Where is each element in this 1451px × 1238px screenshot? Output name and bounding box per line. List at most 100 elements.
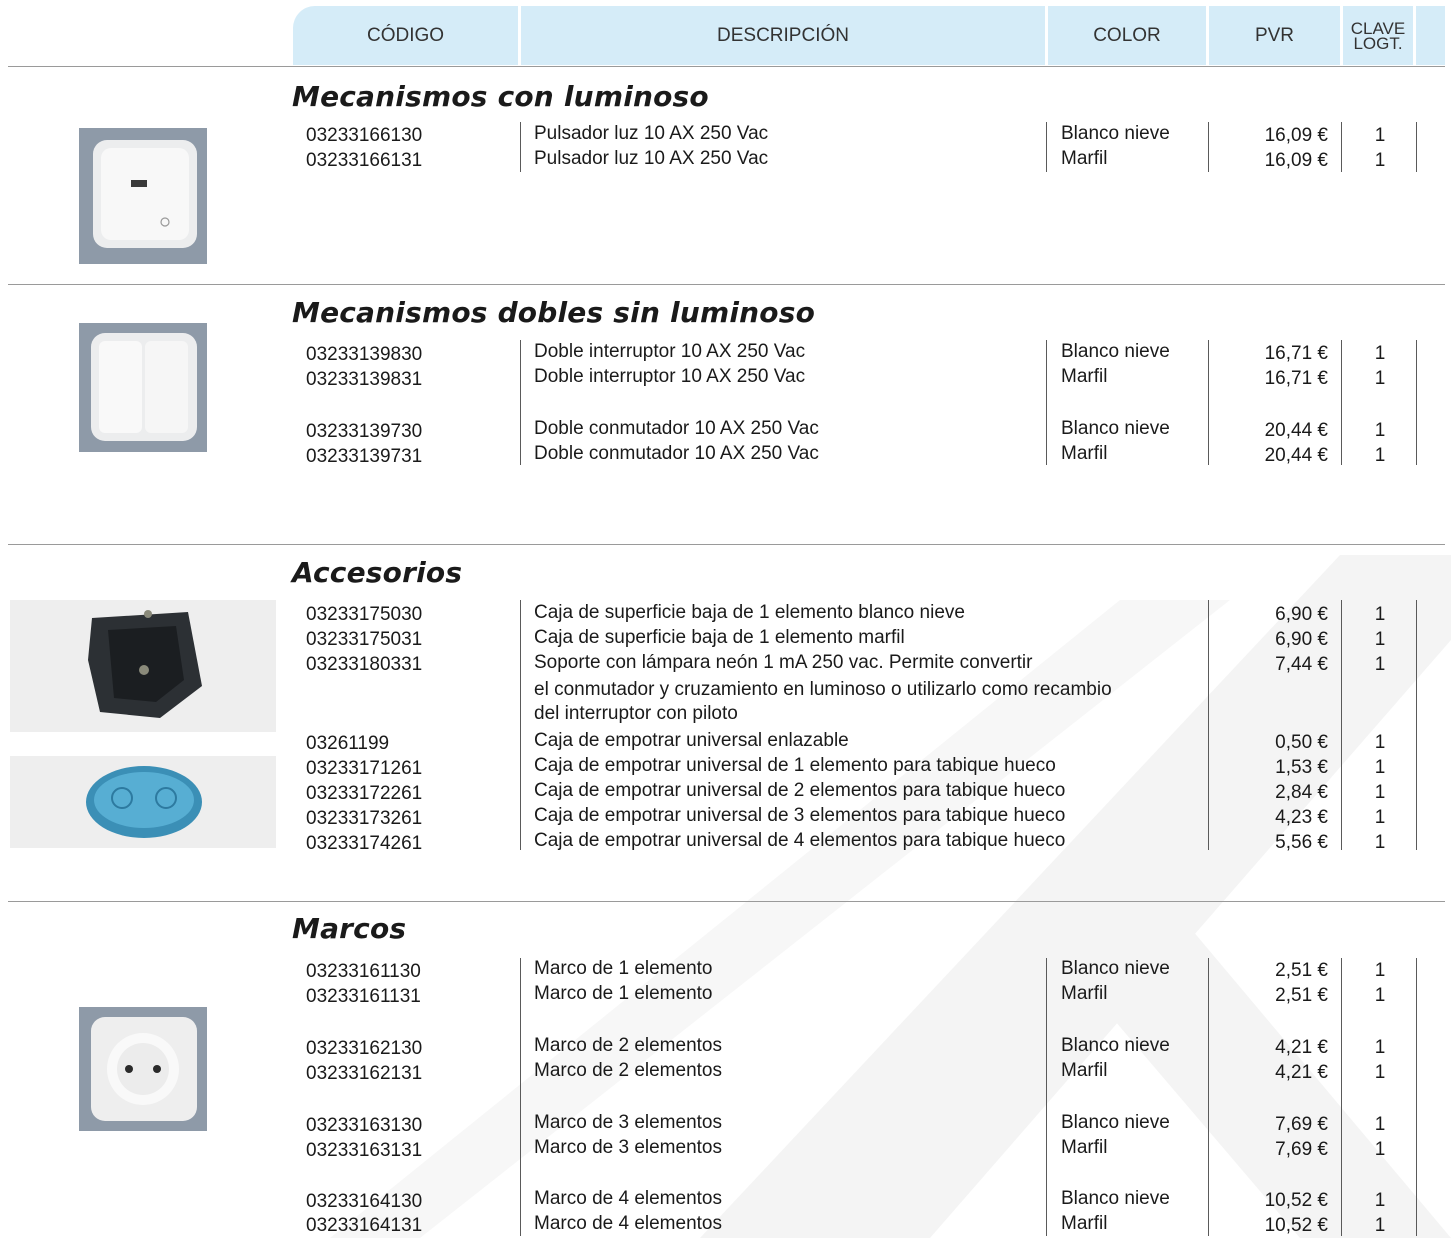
product-clave: 1 <box>1374 732 1386 753</box>
product-clave: 1 <box>1374 445 1386 466</box>
product-code: 03233139730 <box>306 421 423 442</box>
product-price: 2,51 € <box>1275 985 1328 1006</box>
product-code: 03261199 <box>306 733 390 754</box>
product-description: Doble conmutador 10 AX 250 Vac <box>534 443 819 464</box>
product-clave: 1 <box>1374 1139 1386 1160</box>
col-codigo-header: CÓDIGO <box>293 6 518 65</box>
product-price: 6,90 € <box>1275 629 1328 650</box>
product-code: 03233161131 <box>306 986 421 1007</box>
product-code: 03233162130 <box>306 1038 423 1059</box>
product-color: Blanco nieve <box>1061 1112 1170 1133</box>
product-description: Marco de 1 elemento <box>534 958 713 979</box>
product-clave: 1 <box>1374 1062 1386 1083</box>
section-divider <box>8 284 1445 285</box>
product-color: Blanco nieve <box>1061 958 1170 979</box>
product-clave: 1 <box>1374 960 1386 981</box>
product-code: 03233175030 <box>306 604 423 625</box>
product-price: 0,50 € <box>1275 732 1328 753</box>
product-price: 4,21 € <box>1275 1037 1328 1058</box>
product-code: 03233180331 <box>306 654 423 675</box>
product-description: Caja de empotrar universal de 2 elemento… <box>534 780 1066 801</box>
caja-superficie-photo <box>10 600 276 732</box>
product-description-cont: el conmutador y cruzamiento en luminoso … <box>534 679 1112 700</box>
product-price: 16,09 € <box>1264 150 1328 171</box>
product-price: 7,44 € <box>1275 654 1328 675</box>
section-divider <box>8 901 1445 902</box>
product-color: Marfil <box>1061 1060 1108 1081</box>
product-clave: 1 <box>1374 985 1386 1006</box>
product-price: 2,51 € <box>1275 960 1328 981</box>
product-code: 03233163130 <box>306 1115 423 1136</box>
product-clave: 1 <box>1374 1190 1386 1211</box>
product-code: 03233166131 <box>306 150 423 171</box>
product-clave: 1 <box>1374 604 1386 625</box>
product-price: 2,84 € <box>1275 782 1328 803</box>
product-code: 03233172261 <box>306 783 423 804</box>
product-code: 03233139831 <box>306 369 423 390</box>
product-code: 03233164131 <box>306 1215 423 1236</box>
pulsador-luz-photo <box>79 128 207 264</box>
product-description: Caja de superficie baja de 1 elemento ma… <box>534 627 905 648</box>
product-code: 03233164130 <box>306 1191 423 1212</box>
product-price: 10,52 € <box>1264 1190 1328 1211</box>
product-description: Marco de 3 elementos <box>534 1112 722 1133</box>
product-description: Pulsador luz 10 AX 250 Vac <box>534 148 769 169</box>
product-price: 6,90 € <box>1275 604 1328 625</box>
product-price: 16,71 € <box>1264 368 1328 389</box>
product-clave: 1 <box>1374 1215 1386 1236</box>
product-price: 7,69 € <box>1275 1139 1328 1160</box>
product-clave: 1 <box>1374 832 1386 853</box>
product-code: 03233174261 <box>306 833 423 854</box>
product-clave: 1 <box>1374 1114 1386 1135</box>
col-descripcion-header: DESCRIPCIÓN <box>521 6 1045 65</box>
clave-line2: LOGT. <box>1353 33 1403 53</box>
product-code: 03233171261 <box>306 758 423 779</box>
product-code: 03233161130 <box>306 961 421 982</box>
product-color: Marfil <box>1061 1137 1108 1158</box>
product-description: Marco de 1 elemento <box>534 983 713 1004</box>
section-title: Mecanismos dobles sin luminoso <box>292 296 816 329</box>
product-code: 03233173261 <box>306 808 423 829</box>
product-price: 1,53 € <box>1275 757 1328 778</box>
product-clave: 1 <box>1374 368 1386 389</box>
section-divider <box>8 544 1445 545</box>
doble-interruptor-photo <box>79 323 207 452</box>
product-price: 7,69 € <box>1275 1114 1328 1135</box>
product-description: Caja de empotrar universal de 4 elemento… <box>534 830 1066 851</box>
product-clave: 1 <box>1374 757 1386 778</box>
section-title: Marcos <box>292 912 407 945</box>
product-clave: 1 <box>1374 807 1386 828</box>
product-description: Caja de empotrar universal de 3 elemento… <box>534 805 1066 826</box>
product-code: 03233175031 <box>306 629 423 650</box>
product-color: Marfil <box>1061 983 1108 1004</box>
caja-empotrar-photo <box>10 756 276 848</box>
section-divider <box>8 66 1445 67</box>
product-code: 03233166130 <box>306 125 423 146</box>
product-description: Marco de 4 elementos <box>534 1188 722 1209</box>
col-color-header: COLOR <box>1048 6 1206 65</box>
col-clave-header: CLAVE LOGT. <box>1343 6 1413 65</box>
product-description: Caja de empotrar universal de 1 elemento… <box>534 755 1056 776</box>
product-description: Marco de 3 elementos <box>534 1137 722 1158</box>
product-description-cont: del interruptor con piloto <box>534 703 738 724</box>
product-clave: 1 <box>1374 150 1386 171</box>
product-color: Marfil <box>1061 148 1108 169</box>
product-clave: 1 <box>1374 125 1386 146</box>
product-price: 16,71 € <box>1264 343 1328 364</box>
product-description: Doble conmutador 10 AX 250 Vac <box>534 418 819 439</box>
product-clave: 1 <box>1374 654 1386 675</box>
product-code: 03233163131 <box>306 1140 423 1161</box>
product-price: 4,23 € <box>1275 807 1328 828</box>
product-price: 4,21 € <box>1275 1062 1328 1083</box>
col-blank-header <box>1416 6 1445 65</box>
product-price: 20,44 € <box>1264 420 1328 441</box>
col-pvr-header: PVR <box>1209 6 1340 65</box>
product-price: 10,52 € <box>1264 1215 1328 1236</box>
product-color: Blanco nieve <box>1061 1035 1170 1056</box>
product-description: Doble interruptor 10 AX 250 Vac <box>534 341 806 362</box>
product-description: Marco de 2 elementos <box>534 1035 722 1056</box>
section-title: Mecanismos con luminoso <box>292 80 709 113</box>
product-code: 03233162131 <box>306 1063 423 1084</box>
product-code: 03233139731 <box>306 446 423 467</box>
product-clave: 1 <box>1374 629 1386 650</box>
